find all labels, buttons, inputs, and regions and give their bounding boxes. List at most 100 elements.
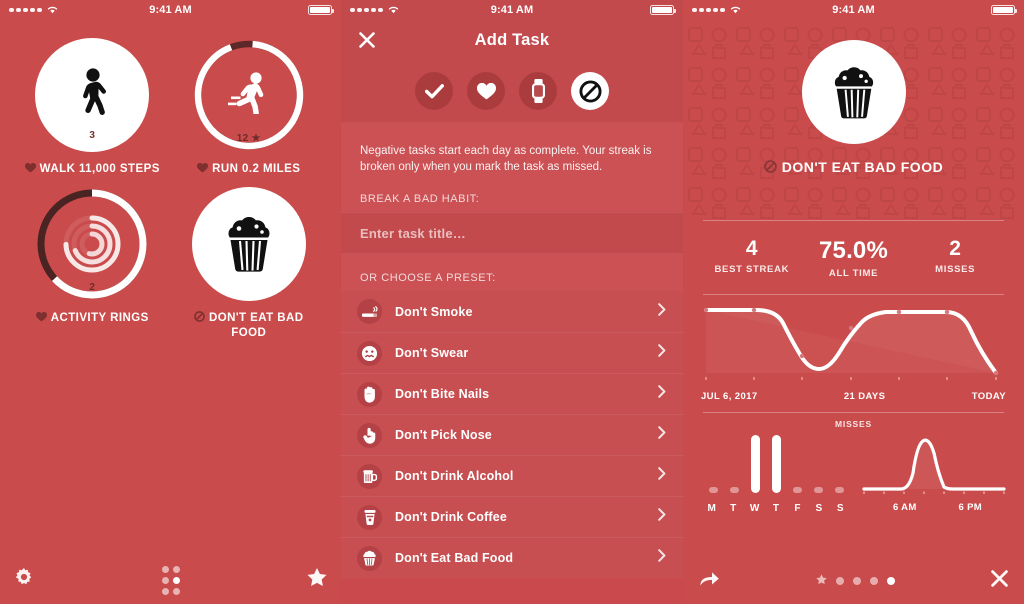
preset-label: Don't Drink Coffee: [395, 510, 507, 524]
cigarette-icon: [357, 299, 382, 324]
preset-row[interactable]: Don't Smoke: [341, 291, 683, 332]
heart-icon: [197, 162, 209, 177]
axis-label-start: JUL 6, 2017: [701, 391, 758, 402]
task-title-input[interactable]: Enter task title…: [341, 212, 683, 254]
task-type-checkmark[interactable]: [415, 72, 453, 110]
chevron-right-icon: [658, 426, 666, 444]
activity-rings-icon: [63, 215, 121, 273]
close-icon[interactable]: [359, 32, 375, 48]
gear-icon[interactable]: [14, 567, 34, 593]
preset-row[interactable]: Don't Eat Bad Food: [341, 537, 683, 578]
time-label-morning: 6 AM: [893, 502, 917, 513]
status-time: 9:41 AM: [490, 4, 534, 16]
stat-label: ALL TIME: [828, 268, 879, 279]
battery-icon: [650, 5, 676, 15]
no-entry-icon: [764, 159, 777, 177]
grid-dots-icon[interactable]: [161, 565, 180, 595]
nav-bar: Add Task: [341, 20, 683, 60]
habit-count: 2: [89, 282, 96, 293]
streak-history-chart: [683, 295, 1024, 386]
chevron-right-icon: [658, 549, 666, 567]
negative-task-description: Negative tasks start each day as complet…: [360, 145, 652, 173]
walking-person-icon: [83, 68, 107, 115]
stat-best-streak: 4 BEST STREAK: [701, 237, 803, 279]
habit-count: 12 ★: [236, 133, 261, 144]
stat-label: MISSES: [935, 264, 976, 275]
habit-card-activity-rings[interactable]: 2 ACTIVITY RINGS: [14, 187, 171, 340]
task-icon-circle: [801, 40, 906, 144]
misses-weekday-chart: M T W T F S S: [701, 433, 851, 514]
page-dot-star[interactable]: [816, 572, 827, 590]
page-dot[interactable]: [870, 577, 878, 585]
divider: [703, 412, 1004, 413]
beer-mug-icon: [357, 463, 382, 489]
page-dot[interactable]: [836, 577, 844, 585]
page-indicator[interactable]: [816, 572, 895, 590]
time-label-evening: 6 PM: [958, 502, 982, 513]
task-type-negative[interactable]: [571, 72, 609, 110]
task-title-text: DON'T EAT BAD FOOD: [781, 159, 944, 175]
panel-add-task: 9:41 AM Add Task Negative tasks start ea…: [341, 0, 683, 604]
preset-label: Don't Pick Nose: [395, 428, 492, 442]
panel1-toolbar: [0, 556, 341, 604]
no-entry-icon: [194, 311, 205, 326]
task-type-selector: [341, 60, 683, 122]
status-time: 9:41 AM: [149, 4, 192, 16]
cupcake-icon: [228, 216, 270, 272]
heart-icon: [35, 311, 47, 326]
preset-label: Don't Drink Alcohol: [395, 469, 514, 483]
habit-card-bad-food[interactable]: DON'T EAT BAD FOOD: [171, 187, 328, 340]
misses-charts: M T W T F S S 6 AM 6 PM: [683, 429, 1024, 514]
preset-row[interactable]: Don't Drink Coffee: [341, 496, 683, 537]
share-arrow-icon[interactable]: [699, 571, 720, 592]
habit-card-run[interactable]: 12 ★ RUN 0.2 MILES: [171, 38, 328, 177]
preset-row[interactable]: Don't Drink Alcohol: [341, 455, 683, 496]
swearing-face-icon: [357, 340, 382, 366]
close-icon[interactable]: [991, 570, 1008, 592]
preset-row[interactable]: Don't Swear: [341, 332, 683, 373]
axis-label-middle: 21 DAYS: [843, 391, 886, 402]
habit-label-text: RUN 0.2 MILES: [212, 163, 301, 175]
page-dot-active[interactable]: [887, 577, 895, 585]
preset-label: Don't Smoke: [395, 304, 473, 319]
streak-history-axis-labels: JUL 6, 2017 21 DAYS TODAY: [683, 386, 1024, 402]
page-title: Add Task: [474, 30, 550, 49]
stat-label: BEST STREAK: [714, 264, 790, 275]
weekday-label: S: [815, 503, 823, 514]
habit-label-text: ACTIVITY RINGS: [50, 312, 149, 324]
habit-label: RUN 0.2 MILES: [197, 162, 300, 177]
weekday-label: M: [707, 503, 716, 514]
status-bar: 9:41 AM: [0, 0, 341, 20]
preset-row[interactable]: Don't Bite Nails: [341, 373, 683, 414]
habit-grid: 3 WALK 11,000 STEPS 12 ★ RUN 0.2 MILES 2…: [0, 20, 341, 340]
habit-circle[interactable]: 12 ★: [192, 38, 306, 152]
screenshot-root: 9:41 AM 3 WALK 11,000 STEPS 12 ★ RUN 0.2…: [0, 0, 1024, 604]
chevron-right-icon: [658, 344, 666, 362]
task-title: DON'T EAT BAD FOOD: [764, 158, 943, 177]
habit-circle[interactable]: 3: [35, 38, 150, 152]
misses-time-of-day-chart: 6 AM 6 PM: [861, 433, 1007, 514]
battery-icon: [991, 5, 1017, 15]
weekday-label: T: [730, 503, 737, 514]
battery-icon: [308, 5, 334, 15]
task-type-heart[interactable]: [467, 72, 505, 110]
star-icon: ★: [251, 133, 261, 144]
stat-all-time: 75.0% ALL TIME: [803, 237, 905, 279]
section-label-preset: OR CHOOSE A PRESET:: [360, 272, 496, 284]
add-task-body: Negative tasks start each day as complet…: [341, 122, 683, 578]
habit-circle[interactable]: [191, 187, 306, 301]
stat-value: 2: [949, 237, 962, 260]
habit-card-walk[interactable]: 3 WALK 11,000 STEPS: [14, 38, 171, 177]
habit-circle[interactable]: 2: [35, 187, 149, 301]
habit-label-text: DON'T EAT BAD FOOD: [208, 312, 304, 339]
habit-label-text: WALK 11,000 STEPS: [39, 163, 160, 175]
preset-list: Don't Smoke Don't Swear Don't Bite Nails…: [341, 291, 683, 578]
preset-row[interactable]: Don't Pick Nose: [341, 414, 683, 455]
habit-label: WALK 11,000 STEPS: [24, 162, 160, 177]
cupcake-icon: [834, 66, 873, 118]
star-icon[interactable]: [307, 568, 327, 592]
habit-count: 3: [89, 130, 96, 141]
page-dot[interactable]: [853, 577, 861, 585]
pointing-finger-icon: [357, 422, 382, 448]
task-type-watch[interactable]: [519, 72, 557, 110]
